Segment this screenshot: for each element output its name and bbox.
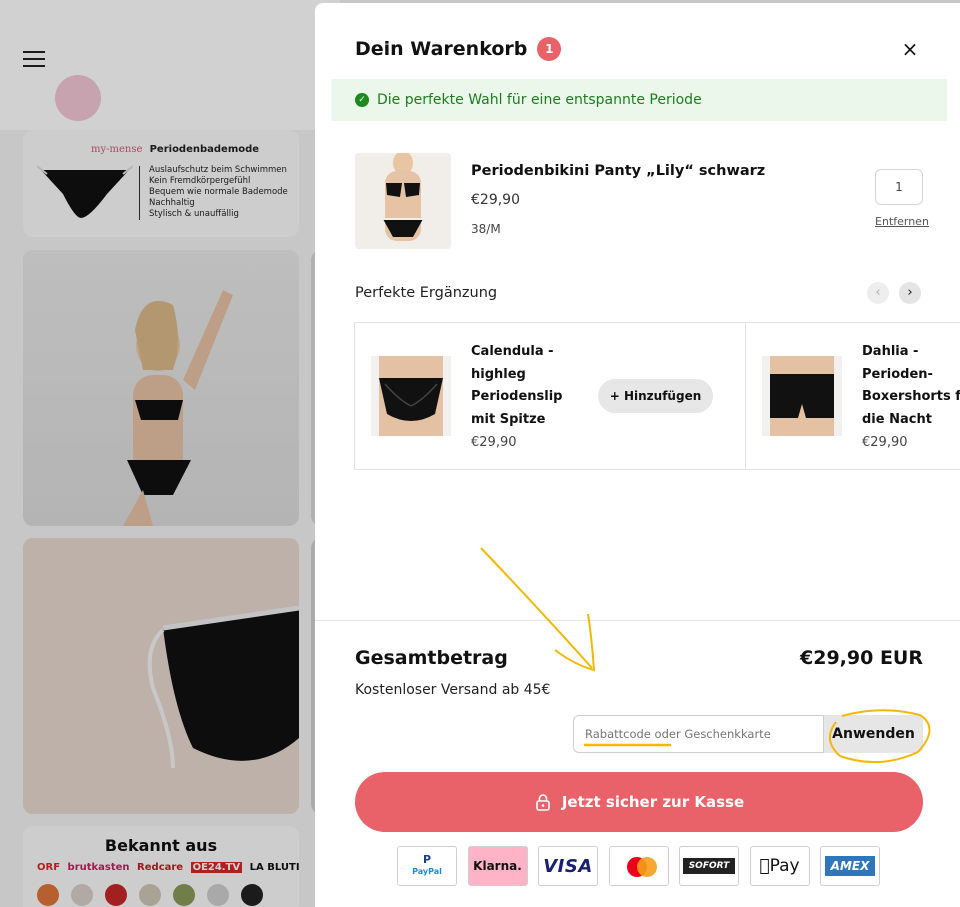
upsell-carousel: Calendula - highleg Periodenslip mit Spi… — [354, 322, 960, 470]
cart-count-badge: 1 — [537, 37, 562, 61]
upsell-product-price: €29,90 — [862, 435, 908, 450]
total-label: Gesamtbetrag — [355, 647, 508, 669]
upsell-product-image[interactable] — [371, 356, 451, 436]
cart-drawer: Dein Warenkorb 1 × ✓ Die perfekte Wahl f… — [315, 3, 960, 907]
product-name[interactable]: Periodenbikini Panty „Lily“ schwarz — [471, 163, 765, 179]
sofort-icon: SOFORT — [679, 846, 739, 886]
bikini-product-image — [355, 153, 451, 249]
chevron-right-icon[interactable]: › — [899, 282, 921, 304]
payment-methods: PPayPal Klarna. VISA SOFORT Pay AMEX — [397, 846, 891, 886]
product-variant: 38/M — [471, 222, 501, 236]
apply-discount-button[interactable]: Anwenden — [824, 715, 923, 753]
checkout-button[interactable]: Jetzt sicher zur Kasse — [355, 772, 923, 832]
discount-code-input[interactable] — [573, 715, 824, 753]
apple-pay-icon: Pay — [749, 846, 810, 886]
mastercard-icon — [608, 846, 669, 886]
total-value: €29,90 EUR — [800, 647, 923, 669]
klarna-label: Klarna. — [473, 859, 522, 873]
upsell-product-image[interactable] — [762, 356, 842, 436]
remove-link[interactable]: Entfernen — [875, 215, 929, 228]
upsell-product-name[interactable]: Dahlia - Perioden-Boxershorts für die Na… — [862, 341, 960, 431]
paypal-label: PayPal — [412, 867, 442, 876]
upsell-card: Dahlia - Perioden-Boxershorts für die Na… — [746, 323, 960, 469]
klarna-icon: Klarna. — [467, 846, 528, 886]
product-price: €29,90 — [471, 192, 520, 208]
amex-icon: AMEX — [820, 846, 880, 886]
cart-title: Dein Warenkorb — [355, 38, 528, 60]
quantity-input[interactable]: 1 — [875, 169, 923, 205]
checkout-label: Jetzt sicher zur Kasse — [561, 793, 745, 811]
product-thumbnail[interactable] — [355, 153, 451, 249]
cart-header: Dein Warenkorb 1 — [355, 37, 562, 61]
chevron-left-icon[interactable]: ‹ — [867, 282, 889, 304]
paypal-icon: P PayPal — [397, 846, 457, 886]
cart-footer: Gesamtbetrag €29,90 EUR Kostenloser Vers… — [315, 620, 960, 907]
boxershorts-image — [762, 356, 842, 436]
notice-banner: ✓ Die perfekte Wahl für eine entspannte … — [331, 79, 947, 121]
upsell-product-price: €29,90 — [471, 435, 517, 450]
shipping-note: Kostenloser Versand ab 45€ — [355, 682, 551, 698]
notice-message: Die perfekte Wahl für eine entspannte Pe… — [377, 92, 702, 108]
amex-label: AMEX — [824, 856, 876, 876]
lock-icon — [536, 794, 550, 811]
visa-label: VISA — [543, 855, 593, 877]
visa-icon: VISA — [538, 846, 598, 886]
sofort-label: SOFORT — [682, 858, 736, 874]
close-icon[interactable]: × — [898, 37, 922, 61]
upsell-title: Perfekte Ergänzung — [355, 285, 498, 301]
upsell-card: Calendula - highleg Periodenslip mit Spi… — [355, 323, 746, 469]
add-to-cart-button[interactable]: + Hinzufügen — [598, 379, 713, 413]
check-circle-icon: ✓ — [355, 93, 369, 107]
panty-image — [371, 356, 451, 436]
upsell-product-name[interactable]: Calendula - highleg Periodenslip mit Spi… — [471, 341, 587, 431]
